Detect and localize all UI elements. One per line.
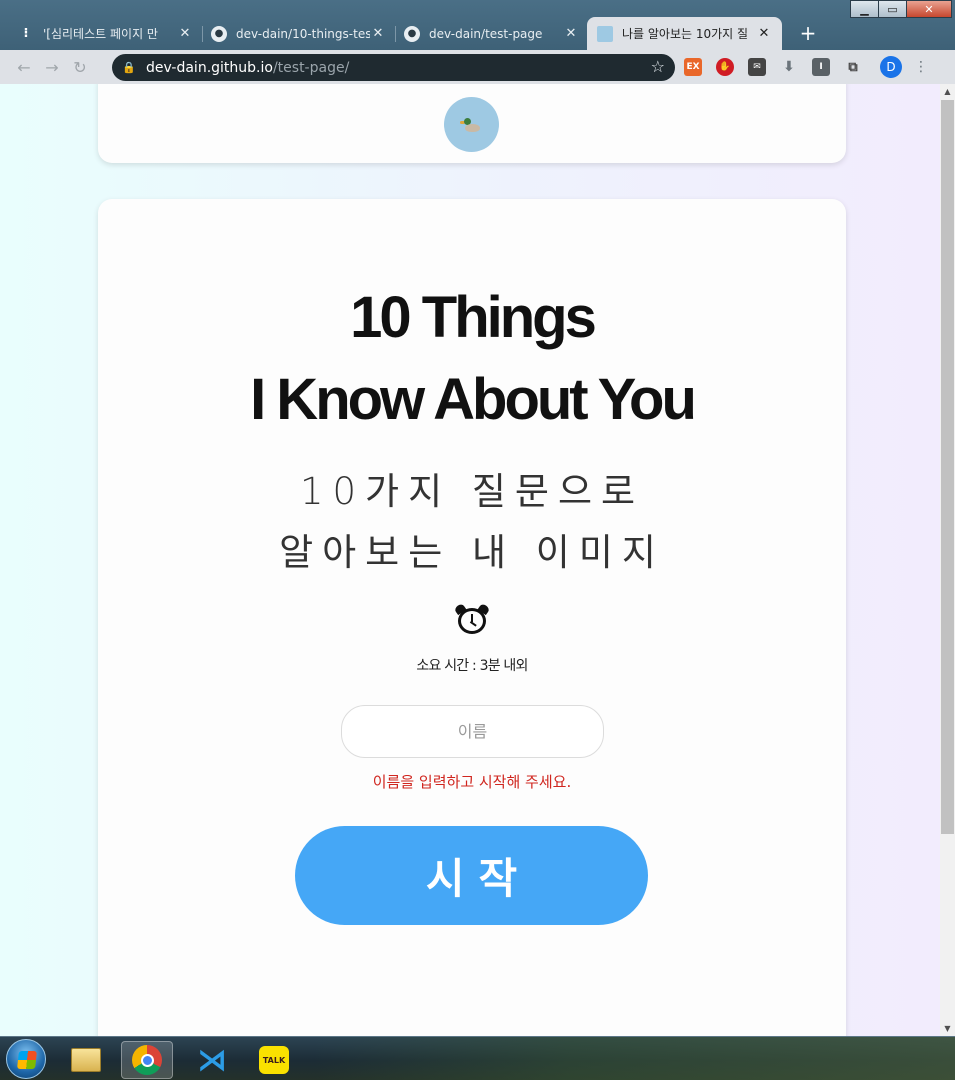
url-host: dev-dain.github.io — [146, 59, 273, 76]
close-window-button[interactable]: ✕ — [906, 0, 952, 18]
title-line-2: I Know About You — [250, 367, 697, 432]
header-card — [98, 84, 846, 163]
url-path: /test-page/ — [272, 59, 350, 76]
window-controls: ▁ ▭ ✕ — [850, 0, 952, 18]
kakaotalk-icon: TALK — [259, 1046, 289, 1074]
page-scrollbar[interactable]: ▲ ▼ — [940, 84, 955, 1036]
reload-icon[interactable]: ↻ — [66, 58, 94, 77]
chrome-icon — [132, 1045, 162, 1075]
alarm-clock-icon — [453, 602, 491, 635]
tab-strip: ⁝ '[심리테스트 페이지 만 ✕ ● dev-dain/10-things-t… — [8, 13, 822, 50]
tab-title: '[심리테스트 페이지 만 — [43, 27, 158, 41]
taskbar-kakaotalk[interactable]: TALK — [248, 1041, 300, 1079]
cast-extension-icon[interactable]: ⧉ — [844, 58, 862, 76]
forward-arrow-icon[interactable]: → — [38, 58, 66, 77]
duck-icon — [597, 25, 613, 42]
main-card: 10 Things I Know About You 10가지 질문으로 알아보… — [98, 199, 846, 1036]
extensions-area: EX ✋ ✉ ⬇ I ⧉ D ⋮ — [684, 56, 928, 78]
page-subtitle: 10가지 질문으로 알아보는 내 이미지 — [98, 461, 846, 583]
name-warning-text: 이름을 입력하고 시작해 주세요. — [372, 773, 572, 791]
github-icon: ● — [211, 25, 227, 42]
close-tab-icon[interactable]: ✕ — [370, 26, 386, 41]
folder-icon — [71, 1048, 101, 1072]
name-input[interactable] — [341, 705, 604, 758]
browser-toolbar: ← → ↻ 🔒 dev-dain.github.io /test-page/ ☆… — [0, 50, 955, 84]
title-line-1: 10 Things — [350, 285, 597, 350]
scrollbar-thumb[interactable] — [941, 100, 954, 834]
tistory-icon: ⁝ — [23, 26, 29, 41]
duration-text: 소요 시간 : 3분 내외 — [416, 658, 528, 674]
lock-icon: 🔒 — [122, 61, 136, 74]
minimize-button[interactable]: ▁ — [850, 0, 879, 18]
profile-avatar[interactable]: D — [880, 56, 902, 78]
vscode-icon: ⋊ — [197, 1042, 227, 1078]
scroll-up-icon[interactable]: ▲ — [940, 84, 955, 99]
subtitle-line-2: 알아보는 내 이미지 — [279, 531, 665, 574]
github-icon: ● — [404, 25, 420, 42]
back-arrow-icon[interactable]: ← — [10, 58, 38, 77]
duck-avatar — [444, 97, 499, 152]
taskbar-vscode[interactable]: ⋊ — [186, 1041, 238, 1079]
address-bar[interactable]: 🔒 dev-dain.github.io /test-page/ ☆ — [112, 54, 675, 81]
start-button[interactable]: 시작 — [295, 826, 648, 925]
browser-titlebar: ▁ ▭ ✕ ⁝ '[심리테스트 페이지 만 ✕ ● dev-dain/10-th… — [0, 0, 955, 50]
taskbar-explorer[interactable] — [60, 1041, 112, 1079]
tab-github-test-page[interactable]: ● dev-dain/test-page ✕ — [394, 17, 589, 50]
taskbar-chrome[interactable] — [121, 1041, 173, 1079]
subtitle-line-1: 10가지 질문으로 — [299, 470, 645, 513]
duck-icon — [459, 117, 482, 132]
tab-title: 나를 알아보는 10가지 질 — [622, 27, 749, 41]
windows-taskbar: ⋊ TALK — [0, 1036, 955, 1080]
download-extension-icon[interactable]: ⬇ — [780, 58, 798, 76]
i-extension-icon[interactable]: I — [812, 58, 830, 76]
windows-logo-icon — [17, 1051, 37, 1069]
bookmark-star-icon[interactable]: ☆ — [651, 57, 665, 76]
close-tab-icon[interactable]: ✕ — [177, 26, 193, 41]
close-tab-icon[interactable]: ✕ — [563, 26, 579, 41]
mail-extension-icon[interactable]: ✉ — [748, 58, 766, 76]
close-tab-icon[interactable]: ✕ — [756, 26, 772, 41]
tab-tistory[interactable]: ⁝ '[심리테스트 페이지 만 ✕ — [8, 17, 203, 50]
page-title: 10 Things I Know About You — [98, 277, 846, 441]
tab-active-test[interactable]: 나를 알아보는 10가지 질 ✕ — [587, 17, 782, 50]
tab-github-10-things[interactable]: ● dev-dain/10-things-test ✕ — [201, 17, 396, 50]
scroll-down-icon[interactable]: ▼ — [940, 1021, 955, 1036]
tab-title: dev-dain/10-things-test — [236, 26, 370, 41]
tab-title: dev-dain/test-page — [429, 26, 543, 41]
adblock-extension-icon[interactable]: ✋ — [716, 58, 734, 76]
restore-button[interactable]: ▭ — [878, 0, 907, 18]
page-viewport: 10 Things I Know About You 10가지 질문으로 알아보… — [0, 84, 940, 1036]
new-tab-button[interactable]: + — [794, 19, 822, 47]
start-button-orb[interactable] — [6, 1039, 46, 1079]
ex-extension-icon[interactable]: EX — [684, 58, 702, 76]
menu-kebab-icon[interactable]: ⋮ — [914, 59, 928, 75]
